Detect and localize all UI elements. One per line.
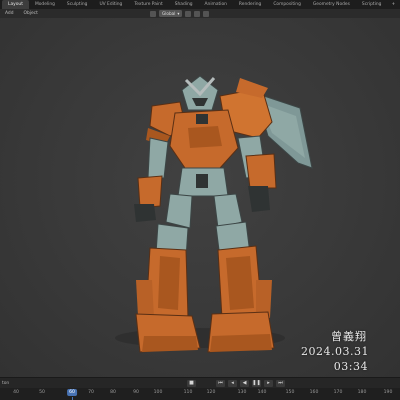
playback-bar: ton ■ ⏮ ◂ ◀ ❚❚ ▸ ⏭ [0,377,400,388]
chevron-down-icon: ▾ [177,11,180,16]
timeline-tick: 100 [153,390,163,395]
add-menu[interactable]: Add [0,11,19,16]
timeline-tick: 150 [285,390,295,395]
add-workspace-button[interactable]: + [387,2,399,7]
tab-layout[interactable]: Layout [2,0,29,9]
dropdown-label: Global [162,11,176,16]
tab-modeling[interactable]: Modeling [29,0,61,9]
tab-shading[interactable]: Shading [169,0,199,9]
playback-controls: ■ ⏮ ◂ ◀ ❚❚ ▸ ⏭ [187,380,285,387]
timeline-tick: 140 [257,390,267,395]
date-stamp: 2024.03.31 [301,345,369,358]
tab-animation[interactable]: Animation [199,0,233,9]
tab-compositing[interactable]: Compositing [267,0,307,9]
timeline-tick: 70 [88,390,94,395]
author-name: 曾義翔 [331,330,367,343]
tab-texture-paint[interactable]: Texture Paint [128,0,168,9]
step-back-icon[interactable]: ◂ [228,380,237,387]
viewport-header: Add Object Global ▾ [0,9,400,18]
pause-icon[interactable]: ❚❚ [252,380,261,387]
timeline-tick: 50 [39,390,45,395]
workspace-tabs: Layout Modeling Sculpting UV Editing Tex… [0,0,400,9]
timeline-tick: 90 [133,390,139,395]
robot-model [115,75,313,353]
timeline-tick: 170 [333,390,343,395]
timeline-ruler[interactable]: 40 50 60 70 80 90 100 110 120 130 140 15… [0,388,400,400]
transform-orientation-dropdown[interactable]: Global ▾ [159,10,183,17]
time-stamp: 03:34 [333,360,368,373]
stop-icon[interactable]: ■ [187,380,196,387]
tab-geometry-nodes[interactable]: Geometry Nodes [307,0,356,9]
timeline-tick: 40 [13,390,19,395]
timeline-tick: 120 [206,390,216,395]
play-reverse-icon[interactable]: ◀ [240,380,249,387]
3d-viewport[interactable]: 曾義翔 2024.03.31 03:34 [0,18,400,377]
tab-scripting[interactable]: Scripting [356,0,388,9]
pivot-icon[interactable] [185,10,192,17]
timeline-tick: 160 [309,390,319,395]
snap-icon[interactable] [194,10,201,17]
tab-rendering[interactable]: Rendering [233,0,267,9]
tab-sculpting[interactable]: Sculpting [61,0,94,9]
timeline-tick: 190 [383,390,393,395]
tab-uv-editing[interactable]: UV Editing [93,0,128,9]
proportional-edit-icon[interactable] [203,10,210,17]
transform-tools: Global ▾ [150,9,210,18]
jump-end-icon[interactable]: ⏭ [276,380,285,387]
timeline-tick: 80 [110,390,116,395]
orientation-icon[interactable] [150,10,156,17]
step-forward-icon[interactable]: ▸ [264,380,273,387]
timeline-tick: 130 [237,390,247,395]
object-menu[interactable]: Object [19,11,43,16]
jump-start-icon[interactable]: ⏮ [216,380,225,387]
timeline-tick: 110 [183,390,193,395]
timeline-tick: 180 [357,390,367,395]
current-frame-indicator[interactable]: 60 [67,389,77,396]
